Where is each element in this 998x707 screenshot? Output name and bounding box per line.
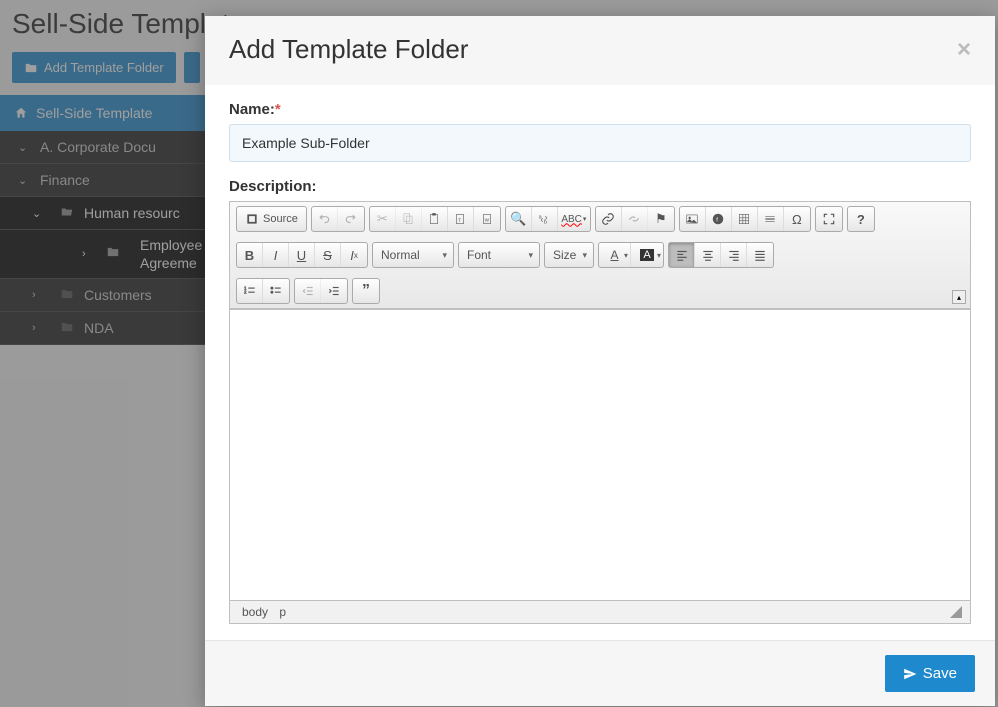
flash-icon[interactable]: f bbox=[706, 207, 732, 231]
collapse-toolbar-icon[interactable]: ▴ bbox=[952, 290, 966, 304]
path-p[interactable]: p bbox=[275, 603, 290, 621]
align-right-icon[interactable] bbox=[721, 243, 747, 267]
horizontal-rule-icon[interactable] bbox=[758, 207, 784, 231]
rich-text-editor: Source ✂ T W 🔍 ab ABC▾ bbox=[229, 201, 971, 624]
bold-icon[interactable]: B bbox=[237, 243, 263, 267]
link-icon[interactable] bbox=[596, 207, 622, 231]
bg-color-icon[interactable]: A▾ bbox=[631, 243, 663, 267]
paste-icon[interactable] bbox=[422, 207, 448, 231]
strike-icon[interactable]: S bbox=[315, 243, 341, 267]
path-body[interactable]: body bbox=[238, 603, 272, 621]
save-button[interactable]: Save bbox=[885, 655, 975, 692]
anchor-icon[interactable]: ⚑ bbox=[648, 207, 674, 231]
unlink-icon[interactable] bbox=[622, 207, 648, 231]
cut-icon[interactable]: ✂ bbox=[370, 207, 396, 231]
help-icon[interactable]: ? bbox=[848, 207, 874, 231]
numbered-list-icon[interactable]: 12 bbox=[237, 279, 263, 303]
outdent-icon[interactable] bbox=[295, 279, 321, 303]
send-icon bbox=[903, 667, 917, 681]
size-select[interactable]: Size bbox=[544, 242, 594, 268]
redo-icon[interactable] bbox=[338, 207, 364, 231]
align-left-icon[interactable] bbox=[669, 243, 695, 267]
align-justify-icon[interactable] bbox=[747, 243, 773, 267]
add-template-folder-modal: Add Template Folder × Name:* Description… bbox=[205, 16, 995, 706]
indent-icon[interactable] bbox=[321, 279, 347, 303]
editor-path: body p bbox=[238, 605, 290, 619]
svg-text:T: T bbox=[459, 217, 462, 222]
bullet-list-icon[interactable] bbox=[263, 279, 289, 303]
remove-format-icon[interactable]: Ix bbox=[341, 243, 367, 267]
copy-icon[interactable] bbox=[396, 207, 422, 231]
undo-icon[interactable] bbox=[312, 207, 338, 231]
special-char-icon[interactable]: Ω bbox=[784, 207, 810, 231]
format-select[interactable]: Normal bbox=[372, 242, 454, 268]
text-color-icon[interactable]: A▾ bbox=[599, 243, 631, 267]
spellcheck-icon[interactable]: ABC▾ bbox=[558, 207, 590, 231]
font-select[interactable]: Font bbox=[458, 242, 540, 268]
italic-icon[interactable]: I bbox=[263, 243, 289, 267]
source-button[interactable]: Source bbox=[237, 207, 306, 231]
replace-icon[interactable]: ab bbox=[532, 207, 558, 231]
svg-text:b: b bbox=[544, 220, 547, 226]
name-input[interactable] bbox=[229, 124, 971, 162]
modal-title: Add Template Folder bbox=[229, 34, 468, 65]
description-label: Description: bbox=[229, 178, 971, 195]
find-icon[interactable]: 🔍 bbox=[506, 207, 532, 231]
paste-word-icon[interactable]: W bbox=[474, 207, 500, 231]
underline-icon[interactable]: U bbox=[289, 243, 315, 267]
resize-handle[interactable] bbox=[950, 606, 962, 618]
blockquote-icon[interactable]: ” bbox=[353, 279, 379, 303]
image-icon[interactable] bbox=[680, 207, 706, 231]
editor-toolbar: Source ✂ T W 🔍 ab ABC▾ bbox=[230, 202, 970, 309]
editor-content[interactable]: ▴ bbox=[230, 309, 970, 601]
svg-text:W: W bbox=[485, 217, 490, 222]
svg-text:2: 2 bbox=[244, 289, 247, 294]
close-icon[interactable]: × bbox=[957, 36, 971, 64]
name-label: Name:* bbox=[229, 101, 971, 118]
align-center-icon[interactable] bbox=[695, 243, 721, 267]
table-icon[interactable] bbox=[732, 207, 758, 231]
paste-text-icon[interactable]: T bbox=[448, 207, 474, 231]
svg-text:a: a bbox=[539, 214, 542, 220]
maximize-icon[interactable] bbox=[816, 207, 842, 231]
